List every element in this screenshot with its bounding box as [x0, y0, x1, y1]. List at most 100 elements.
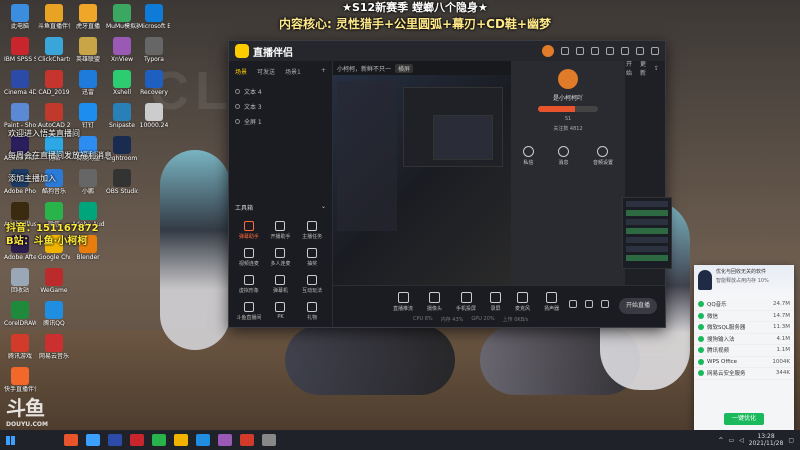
- desktop-icon[interactable]: 迅雷: [72, 68, 104, 96]
- tool-item[interactable]: 多人连麦: [265, 248, 297, 267]
- tool-item[interactable]: 弹幕助手: [233, 221, 265, 240]
- user-avatar-icon[interactable]: [542, 45, 554, 57]
- desktop-icon[interactable]: Typora: [138, 35, 170, 63]
- menu-icon[interactable]: [606, 47, 614, 55]
- bottom-action-button[interactable]: 麦克风: [515, 292, 530, 312]
- tool-item[interactable]: 开播助手: [265, 221, 297, 240]
- volume-icon[interactable]: ◁: [739, 437, 744, 444]
- desktop-icon[interactable]: Paint - Shop: [4, 101, 36, 129]
- desktop-icon[interactable]: 10000.24: [138, 101, 170, 129]
- widget-row[interactable]: 微信 14.7M: [694, 311, 794, 322]
- power-icon[interactable]: [601, 300, 609, 308]
- desktop-icon[interactable]: 此电脑: [4, 2, 36, 30]
- taskbar-app-icon[interactable]: [64, 434, 78, 446]
- audio-settings-button[interactable]: 音频设置: [593, 146, 613, 166]
- tool-item[interactable]: 主播任务: [296, 221, 328, 240]
- go-live-button[interactable]: 开始直播: [619, 298, 657, 314]
- check-icon[interactable]: [698, 335, 704, 342]
- update-label[interactable]: 更新: [640, 59, 646, 77]
- widget-row[interactable]: 微软SQL服务器 11.3M: [694, 322, 794, 334]
- taskbar-app-icon[interactable]: [108, 434, 122, 446]
- start-label[interactable]: 开始: [626, 59, 632, 77]
- tool-item[interactable]: 弹幕机: [265, 275, 297, 294]
- preview-canvas[interactable]: [333, 75, 511, 285]
- taskbar-app-icon[interactable]: [262, 434, 276, 446]
- preview-badge[interactable]: 横屏: [395, 63, 414, 73]
- bottom-action-button[interactable]: 直播推流: [393, 292, 413, 312]
- desktop-icon[interactable]: 快手直播伴侣: [4, 365, 36, 393]
- desktop-icon[interactable]: IBM SPSS Statistics 21: [4, 35, 36, 63]
- close-icon[interactable]: [651, 47, 659, 55]
- add-tab-icon[interactable]: +: [321, 67, 326, 76]
- gift-icon[interactable]: [576, 47, 584, 55]
- private-message-button[interactable]: 私信: [522, 146, 534, 166]
- tool-item[interactable]: 视频连麦: [233, 248, 265, 267]
- eye-icon[interactable]: [235, 89, 240, 94]
- check-icon[interactable]: [698, 347, 704, 354]
- scene-item[interactable]: 文本 4: [235, 84, 326, 99]
- avatar[interactable]: [558, 69, 578, 89]
- settings-icon[interactable]: [591, 47, 599, 55]
- taskbar-app-icon[interactable]: [174, 434, 188, 446]
- chevron-up-icon[interactable]: ^: [718, 437, 723, 444]
- desktop-icon[interactable]: 斗鱼直播伴侣: [38, 2, 70, 30]
- desktop-icon[interactable]: 钉钉: [72, 101, 104, 129]
- bottom-action-button[interactable]: 扬声器: [544, 292, 559, 312]
- desktop-icon[interactable]: 小鹏: [72, 167, 104, 195]
- scene-item[interactable]: 全屏 1: [235, 114, 326, 129]
- camera-icon[interactable]: [569, 300, 577, 308]
- taskbar-app-icon[interactable]: [152, 434, 166, 446]
- optimize-button[interactable]: 一键优化: [724, 413, 764, 425]
- bottom-action-button[interactable]: 摄像头: [427, 292, 442, 312]
- taskbar-app-icon[interactable]: [196, 434, 210, 446]
- desktop-icon[interactable]: Xshell: [106, 68, 138, 96]
- desktop-icon[interactable]: Snipaste: [106, 101, 138, 129]
- toolbox-expand-icon[interactable]: ⌄: [321, 203, 326, 212]
- taskbar-app-icon[interactable]: [130, 434, 144, 446]
- widget-row[interactable]: WPS Office 1004K: [694, 357, 794, 368]
- taskbar-clock[interactable]: 13:28 2021/11/28: [749, 433, 784, 447]
- desktop-icon[interactable]: CorelDRAW 2020: [4, 299, 36, 327]
- tool-item[interactable]: 抽奖: [296, 248, 328, 267]
- desktop-icon[interactable]: Cinema 4D: [4, 68, 36, 96]
- widget-row[interactable]: 网易云安全服务 344K: [694, 368, 794, 380]
- check-icon[interactable]: [698, 370, 704, 377]
- check-icon[interactable]: [698, 324, 704, 331]
- desktop-icon[interactable]: Microsoft Edge: [138, 2, 170, 30]
- widget-row[interactable]: 搜狗输入法 4.1M: [694, 334, 794, 345]
- minimize-icon[interactable]: [621, 47, 629, 55]
- maximize-icon[interactable]: [636, 47, 644, 55]
- tool-item[interactable]: PK: [265, 302, 297, 321]
- bottom-action-button[interactable]: 手机投屏: [456, 292, 476, 312]
- message-icon[interactable]: [561, 47, 569, 55]
- check-icon[interactable]: [698, 301, 704, 308]
- scene-item[interactable]: 文本 3: [235, 99, 326, 114]
- start-button[interactable]: [0, 430, 20, 450]
- messages-button[interactable]: 消息: [557, 146, 569, 166]
- check-icon[interactable]: [698, 312, 704, 319]
- taskbar-app-icon[interactable]: [218, 434, 232, 446]
- network-icon[interactable]: ▭: [728, 437, 734, 444]
- desktop-icon[interactable]: WeGame: [38, 266, 70, 294]
- bottom-action-button[interactable]: 录屏: [490, 292, 502, 312]
- tool-item[interactable]: 虚拟形象: [233, 275, 265, 294]
- tab-scene[interactable]: 场景: [235, 67, 247, 76]
- tool-item[interactable]: 互动玩法: [296, 275, 328, 294]
- desktop-icon[interactable]: 回收站: [4, 266, 36, 294]
- eye-icon[interactable]: [235, 119, 240, 124]
- notification-icon[interactable]: ▢: [788, 437, 794, 444]
- taskbar-app-icon[interactable]: [240, 434, 254, 446]
- eye-icon[interactable]: [235, 104, 240, 109]
- tab-sendable[interactable]: 可发送: [257, 67, 275, 76]
- desktop-icon[interactable]: 腾讯QQ: [38, 299, 70, 327]
- desktop-icon[interactable]: 虎牙直播: [72, 2, 104, 30]
- settings-icon[interactable]: [585, 300, 593, 308]
- tool-item[interactable]: 斗鱼直播间: [233, 302, 265, 321]
- tool-item[interactable]: 礼物: [296, 302, 328, 321]
- desktop-icon[interactable]: 网易云音乐: [38, 332, 70, 360]
- desktop-icon[interactable]: ClickCharts: [38, 35, 70, 63]
- desktop-icon[interactable]: XnView: [106, 35, 138, 63]
- desktop-icon[interactable]: MuMu模拟器: [106, 2, 138, 30]
- desktop-icon[interactable]: OBS Studio: [106, 167, 138, 195]
- desktop-icon[interactable]: AutoCAD 2019: [38, 101, 70, 129]
